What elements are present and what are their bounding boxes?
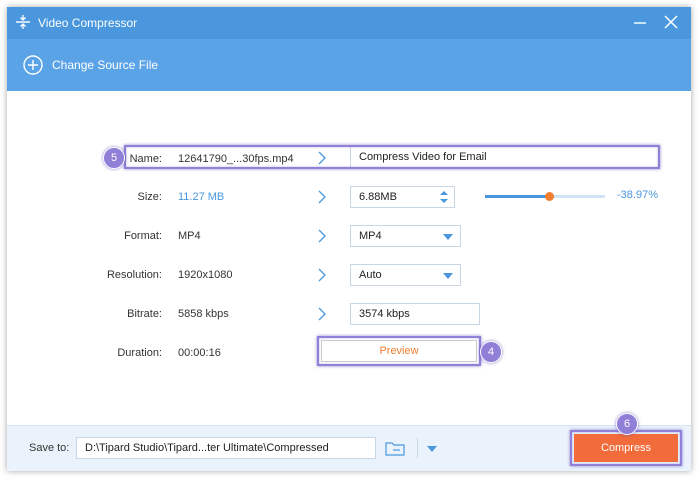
- bitrate-input[interactable]: 3574 kbps: [350, 303, 480, 325]
- size-target-value: 6.88MB: [359, 191, 397, 203]
- step-badge-5: 5: [103, 147, 125, 169]
- step-badge-6: 6: [616, 413, 638, 435]
- highlight-name-row: [124, 145, 660, 169]
- chevron-right-icon: [318, 229, 326, 243]
- size-slider-fill: [485, 195, 549, 198]
- chevron-right-icon: [318, 268, 326, 282]
- compress-icon: [16, 15, 30, 29]
- compression-settings: Name: 12641790_...30fps.mp4 Compress Vid…: [7, 91, 691, 425]
- size-slider[interactable]: [485, 192, 605, 201]
- resolution-label: Resolution:: [106, 269, 162, 281]
- close-icon[interactable]: [663, 14, 679, 30]
- folder-icon[interactable]: [385, 440, 405, 456]
- title-bar: Video Compressor: [7, 7, 691, 39]
- resolution-target-value: Auto: [359, 269, 382, 281]
- step-badge-4: 4: [480, 341, 502, 363]
- size-slider-thumb[interactable]: [544, 192, 554, 201]
- save-footer: Save to: D:\Tipard Studio\Tipard...ter U…: [7, 413, 691, 471]
- size-label: Size:: [137, 191, 162, 203]
- chevron-down-icon: [443, 234, 453, 240]
- size-source-value: 11.27 MB: [178, 191, 225, 203]
- video-compressor-window: Video Compressor Change Source File Name…: [7, 7, 691, 471]
- bitrate-label: Bitrate:: [127, 308, 162, 320]
- format-select[interactable]: MP4: [350, 225, 461, 247]
- highlight-compress: [570, 430, 682, 466]
- window-title: Video Compressor: [38, 16, 138, 30]
- minimize-icon[interactable]: [633, 15, 647, 29]
- duration-source-value: 00:00:16: [178, 347, 221, 359]
- save-path-value: D:\Tipard Studio\Tipard...ter Ultimate\C…: [85, 442, 329, 454]
- size-input[interactable]: 6.88MB: [350, 186, 455, 208]
- bitrate-target-value: 3574 kbps: [359, 308, 410, 320]
- resolution-select[interactable]: Auto: [350, 264, 461, 286]
- save-to-label: Save to:: [29, 442, 70, 454]
- change-source-file-label: Change Source File: [52, 58, 159, 72]
- resolution-source-value: 1920x1080: [178, 269, 233, 281]
- toolbar: Change Source File: [7, 39, 691, 91]
- bitrate-source-value: 5858 kbps: [178, 308, 229, 320]
- format-label: Format:: [124, 230, 162, 242]
- change-source-file-button[interactable]: Change Source File: [23, 54, 158, 76]
- highlight-preview: [317, 336, 481, 366]
- chevron-right-icon: [318, 307, 326, 321]
- format-source-value: MP4: [178, 230, 201, 242]
- chevron-down-icon: [427, 446, 437, 452]
- spinner-arrows-icon[interactable]: [439, 189, 449, 205]
- chevron-right-icon: [318, 190, 326, 204]
- duration-label: Duration:: [117, 347, 162, 359]
- save-path-select[interactable]: D:\Tipard Studio\Tipard...ter Ultimate\C…: [76, 437, 437, 459]
- plus-circle-icon: [23, 55, 43, 75]
- format-target-value: MP4: [359, 230, 382, 242]
- save-path-dropdown-button[interactable]: [417, 438, 446, 458]
- chevron-down-icon: [443, 273, 453, 279]
- size-reduction-percent: -38.97%: [617, 189, 658, 201]
